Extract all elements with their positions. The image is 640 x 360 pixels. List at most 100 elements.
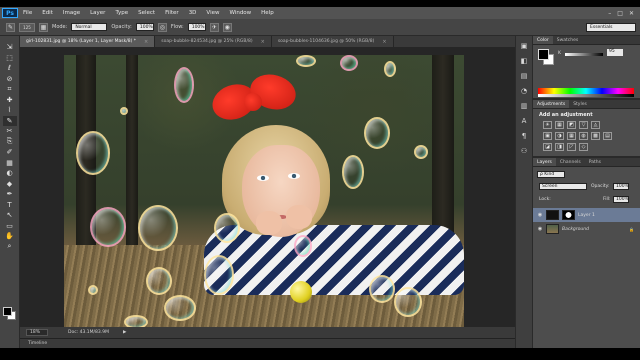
layer-opacity-input[interactable]: 100% <box>613 183 629 190</box>
tab-adjustments[interactable]: Adjustments <box>533 100 570 108</box>
menu-type[interactable]: Type <box>110 10 133 16</box>
minimize-icon[interactable]: – <box>608 10 611 17</box>
channel-mixer-icon[interactable]: ▩ <box>591 132 600 140</box>
k-value-input[interactable]: 95 <box>607 49 623 56</box>
layer-row-background[interactable]: ◉ Background 🔒 <box>533 222 640 236</box>
zoom-level[interactable]: 18% <box>26 329 48 336</box>
actions-panel-icon[interactable]: ▥ <box>518 100 531 112</box>
type-tool-icon[interactable]: T <box>3 200 17 211</box>
color-balance-icon[interactable]: ◑ <box>555 132 564 140</box>
close-icon[interactable]: ✕ <box>629 10 634 17</box>
canvas-area[interactable] <box>20 47 515 327</box>
pen-tool-icon[interactable]: ✒ <box>3 189 17 200</box>
threshold-icon[interactable]: ◸ <box>567 143 576 151</box>
crop-tool-icon[interactable]: ⌗ <box>3 84 17 95</box>
zoom-tool-icon[interactable]: ⌕ <box>3 242 17 253</box>
tree-trunk <box>126 55 138 255</box>
tab-color[interactable]: Color <box>533 36 553 44</box>
foreground-color-chip[interactable] <box>538 49 549 60</box>
levels-icon[interactable]: ▦ <box>555 121 564 129</box>
foreground-color-swatch[interactable] <box>3 307 12 316</box>
menu-layer[interactable]: Layer <box>85 10 110 16</box>
menu-filter[interactable]: Filter <box>160 10 184 16</box>
grayscale-ramp[interactable] <box>538 94 634 97</box>
properties-panel-icon[interactable]: ◧ <box>518 55 531 67</box>
brush-panel-icon[interactable]: ▦ <box>39 22 48 32</box>
quick-select-tool-icon[interactable]: ⊘ <box>3 74 17 85</box>
maximize-icon[interactable]: □ <box>617 10 623 17</box>
k-slider[interactable] <box>565 53 603 56</box>
menu-3d[interactable]: 3D <box>184 10 202 16</box>
close-tab-icon[interactable]: × <box>382 39 386 45</box>
menu-image[interactable]: Image <box>58 10 85 16</box>
marquee-tool-icon[interactable]: ⬚ <box>3 53 17 64</box>
posterize-icon[interactable]: ◨ <box>555 143 564 151</box>
fill-input[interactable]: 100% <box>613 196 629 203</box>
character-panel-icon[interactable]: A <box>518 115 531 127</box>
paragraph-panel-icon[interactable]: ¶ <box>518 130 531 142</box>
selective-color-icon[interactable]: ◇ <box>579 143 588 151</box>
airbrush-icon[interactable]: ✈ <box>209 22 219 32</box>
history-panel-icon[interactable]: ▣ <box>518 40 531 52</box>
layer-kind-filter[interactable]: ρ Kind <box>537 171 565 178</box>
brightness-contrast-icon[interactable]: ☀ <box>543 121 552 129</box>
menu-help[interactable]: Help <box>256 10 279 16</box>
shape-tool-icon[interactable]: ▭ <box>3 221 17 232</box>
workspace-select[interactable]: Essentials <box>586 22 636 32</box>
menu-edit[interactable]: Edit <box>37 10 58 16</box>
visibility-eye-icon[interactable]: ◉ <box>537 212 543 218</box>
dodge-tool-icon[interactable]: ◆ <box>3 179 17 190</box>
vibrance-icon[interactable]: ◬ <box>591 121 600 129</box>
brush-tool-icon[interactable]: ✎ <box>6 22 15 32</box>
photo-filter-icon[interactable]: ◍ <box>579 132 588 140</box>
move-tool-icon[interactable]: ⇲ <box>3 42 17 53</box>
close-tab-icon[interactable]: × <box>144 39 148 45</box>
hue-saturation-icon[interactable]: ▣ <box>543 132 552 140</box>
invert-icon[interactable]: ◪ <box>543 143 552 151</box>
history-brush-tool-icon[interactable]: ⎘ <box>3 137 17 148</box>
menu-file[interactable]: File <box>18 10 37 16</box>
tool-presets-panel-icon[interactable]: ⚇ <box>518 145 531 157</box>
eraser-tool-icon[interactable]: ✐ <box>3 147 17 158</box>
menu-window[interactable]: Window <box>224 10 256 16</box>
tab-paths[interactable]: Paths <box>585 158 605 166</box>
color-lookup-icon[interactable]: ▤ <box>603 132 612 140</box>
brush-preset-picker[interactable]: 125 <box>19 22 35 32</box>
flow-input[interactable]: 100% <box>187 23 206 31</box>
healing-tool-icon[interactable]: ⌇ <box>3 105 17 116</box>
gradient-tool-icon[interactable]: ▦ <box>3 158 17 169</box>
hand-tool-icon[interactable]: ✋ <box>3 231 17 242</box>
menu-select[interactable]: Select <box>133 10 160 16</box>
exposure-icon[interactable]: ▽ <box>579 121 588 129</box>
layer-row-layer-1[interactable]: ◉ Layer 1 <box>533 208 640 222</box>
tab-layers[interactable]: Layers <box>533 158 556 166</box>
tab-swatches[interactable]: Swatches <box>553 36 583 44</box>
doc-tab-girl[interactable]: girl-102831.jpg @ 18% (Layer 1, Layer Ma… <box>20 36 156 47</box>
menu-view[interactable]: View <box>201 10 224 16</box>
visibility-eye-icon[interactable]: ◉ <box>537 226 543 232</box>
doc-tab-soap-bubble[interactable]: soap-bubble-824534.jpg @ 25% (RGB/8) × <box>155 36 272 47</box>
lasso-tool-icon[interactable]: ℓ <box>3 63 17 74</box>
layer-mask-thumbnail[interactable] <box>562 210 575 220</box>
clone-source-panel-icon[interactable]: ◔ <box>518 85 531 97</box>
black-white-icon[interactable]: ▦ <box>567 132 576 140</box>
path-select-tool-icon[interactable]: ↖ <box>3 210 17 221</box>
close-tab-icon[interactable]: × <box>261 39 265 45</box>
mode-select[interactable]: Normal <box>71 23 108 31</box>
brush-panel-icon[interactable]: ▤ <box>518 70 531 82</box>
pressure-opacity-icon[interactable]: ◎ <box>157 22 167 32</box>
status-menu-arrow-icon[interactable]: ▶ <box>123 330 126 335</box>
pressure-size-icon[interactable]: ◉ <box>222 22 232 32</box>
tab-channels[interactable]: Channels <box>556 158 585 166</box>
timeline-panel[interactable]: Timeline <box>20 338 515 348</box>
photo-canvas[interactable] <box>64 55 464 327</box>
opacity-input[interactable]: 100% <box>135 23 154 31</box>
blend-mode-select[interactable]: Screen <box>539 183 587 190</box>
tab-styles[interactable]: Styles <box>569 100 591 108</box>
eyedropper-tool-icon[interactable]: ✚ <box>3 95 17 106</box>
blur-tool-icon[interactable]: ◐ <box>3 168 17 179</box>
brush-tool-icon[interactable]: ✎ <box>2 115 17 126</box>
curves-icon[interactable]: ◩ <box>567 121 576 129</box>
clone-stamp-tool-icon[interactable]: ✂ <box>3 126 17 137</box>
doc-tab-soap-bubbles[interactable]: soap-bubbles-1104636.jpg @ 50% (RGB/8) × <box>271 36 394 47</box>
